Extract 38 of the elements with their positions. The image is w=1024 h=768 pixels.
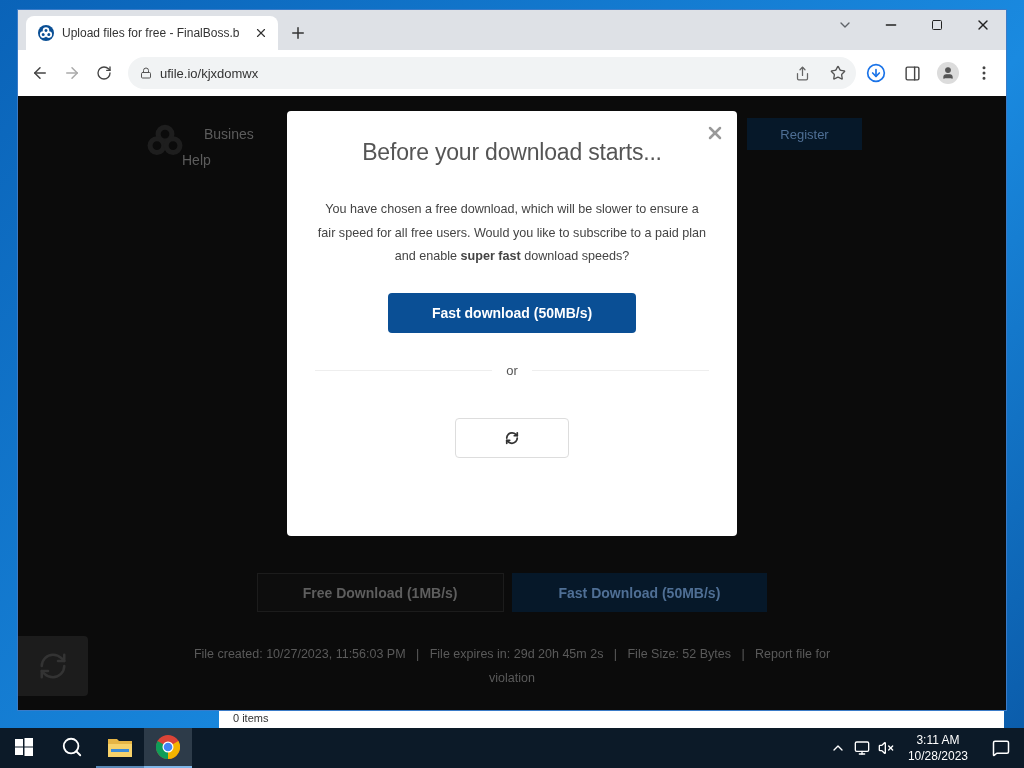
lock-icon bbox=[140, 67, 152, 79]
notifications-icon[interactable] bbox=[992, 739, 1010, 757]
folder-icon[interactable] bbox=[108, 737, 132, 757]
fast-download-button[interactable]: Fast download (50MB/s) bbox=[388, 292, 636, 333]
dialog-title: Before your download starts... bbox=[362, 139, 662, 166]
separator-text: or bbox=[506, 362, 518, 378]
back-icon[interactable] bbox=[31, 64, 49, 82]
taskbar-app[interactable] bbox=[144, 728, 192, 768]
new-tab-icon[interactable] bbox=[289, 24, 307, 42]
close-tab-icon[interactable] bbox=[254, 26, 268, 40]
maximize-icon[interactable] bbox=[931, 19, 943, 31]
volume-muted-icon[interactable] bbox=[877, 740, 894, 756]
download-button[interactable]: Free Download (1MB/s) bbox=[256, 573, 504, 612]
profile-avatar[interactable] bbox=[937, 62, 959, 84]
site-icon bbox=[38, 25, 54, 41]
download-button[interactable]: Fast Download (50MB/s) bbox=[511, 573, 768, 612]
download-icon[interactable] bbox=[866, 63, 886, 83]
file-info-text: File created: 10/27/2023, 11:56:03 PM | File expires in: 29d 20h 45m 2s | File Size: 52 Bytes | Report file for violation bbox=[192, 646, 832, 687]
bookmark-star-icon[interactable] bbox=[830, 65, 846, 81]
side-panel-icon[interactable] bbox=[903, 64, 921, 82]
url-text: ufile.io/kjxdomwx bbox=[160, 65, 260, 81]
tab-title: Upload files for free - FinalBoss.b bbox=[62, 26, 241, 40]
search-icon[interactable] bbox=[61, 736, 83, 758]
network-icon[interactable] bbox=[853, 740, 870, 756]
windows-logo-icon[interactable] bbox=[15, 738, 33, 756]
browser-icon[interactable] bbox=[156, 735, 180, 759]
register-button[interactable]: Register bbox=[747, 118, 862, 150]
clock[interactable]: 3:11 AM 10/28/2023 bbox=[901, 732, 974, 764]
reload-icon[interactable] bbox=[96, 65, 112, 81]
nav-link[interactable]: Help bbox=[182, 152, 211, 168]
nav-link[interactable]: Busines bbox=[204, 126, 254, 142]
dialog-message: You have chosen a free download, which will be slower to ensure a fair speed for all free users. Would you like to subscribe to a paid plan and enable super fast download speeds? bbox=[316, 201, 708, 265]
browser-tab[interactable]: Upload files for free - FinalBoss.b bbox=[26, 16, 278, 50]
recaptcha-badge bbox=[18, 636, 88, 696]
status-text: 0 items bbox=[233, 712, 269, 724]
share-icon[interactable] bbox=[795, 65, 810, 81]
spinner-icon bbox=[505, 430, 519, 445]
address-bar[interactable]: ufile.io/kjxdomwx bbox=[128, 57, 856, 89]
